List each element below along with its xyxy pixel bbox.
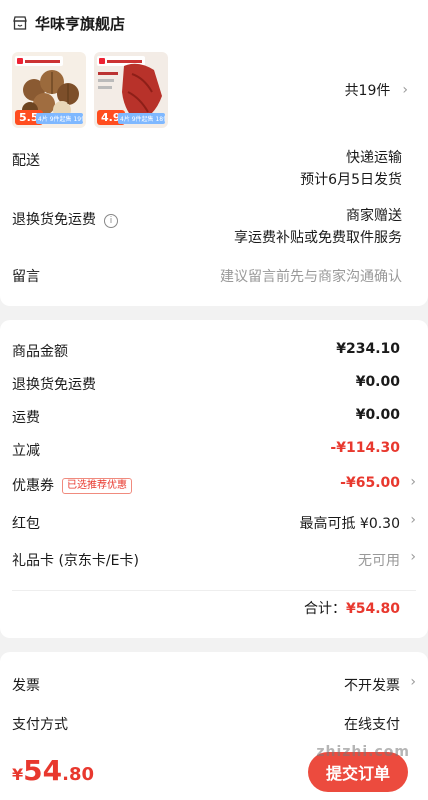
return-shipping-row: 退换货免运费 i [12, 209, 118, 229]
checkout-bar: ¥54.80 提交订单 zhizhi.com [0, 744, 428, 800]
return-shipping-label: 退换货免运费 [12, 212, 96, 228]
payment-value[interactable]: 在线支付 [344, 714, 400, 734]
watermark: zhizhi.com [316, 744, 410, 760]
promo-label: 4片 9件起售 18件 [118, 113, 165, 124]
giftcard-value[interactable]: 无可用 [358, 550, 400, 570]
chevron-right-icon[interactable]: › [410, 674, 416, 690]
total-label: 合计： [303, 601, 346, 617]
coupon-value[interactable]: -¥65.00 [340, 475, 400, 491]
message-label: 留言 [12, 269, 40, 285]
goods-amount-value: ¥234.10 [336, 341, 400, 357]
return-fee-label: 退换货免运费 [12, 377, 96, 393]
return-fee-value: ¥0.00 [355, 374, 400, 390]
promo-label: 4片 9件起售 19件 [36, 113, 83, 124]
store-header[interactable]: 华味亨旗舰店 [12, 13, 125, 33]
discount-label: 立减 [12, 443, 40, 459]
payment-label: 支付方式 [12, 717, 68, 733]
chevron-right-icon: › [402, 82, 408, 98]
delivery-eta: 预计6月5日发货 [300, 172, 402, 188]
chevron-right-icon[interactable]: › [410, 512, 416, 528]
coupon-row[interactable]: 优惠券 已选推荐优惠 [12, 475, 132, 495]
coupon-label: 优惠券 [12, 478, 54, 494]
delivery-info[interactable]: 快递运输 预计6月5日发货 [300, 147, 402, 191]
total-value: ¥54.80 [345, 601, 400, 617]
shipping-fee-label: 运费 [12, 410, 40, 426]
invoice-label: 发票 [12, 678, 40, 694]
giftcard-label: 礼品卡 (京东卡/E卡) [12, 553, 139, 569]
pay-amount-decimal: .80 [62, 764, 94, 785]
store-icon [12, 15, 28, 31]
return-shipping-info: 商家赠送 享运费补贴或免费取件服务 [234, 205, 402, 249]
chevron-right-icon[interactable]: › [410, 549, 416, 565]
goods-amount-label: 商品金额 [12, 344, 68, 360]
total-row: 合计：¥54.80 [304, 598, 400, 618]
store-name: 华味亨旗舰店 [35, 14, 126, 33]
coupon-badge: 已选推荐优惠 [62, 478, 132, 494]
shipping-fee-value: ¥0.00 [355, 407, 400, 423]
discount-value: -¥114.30 [330, 440, 400, 456]
delivery-label: 配送 [12, 153, 40, 169]
return-shipping-value: 商家赠送 [346, 208, 402, 224]
chevron-right-icon[interactable]: › [410, 474, 416, 490]
info-icon[interactable]: i [104, 214, 118, 228]
return-shipping-subvalue: 享运费补贴或免费取件服务 [234, 230, 402, 246]
order-card: 华味亨旗舰店 5.5 4片 9件起售 19件 4.9 4片 9件起售 18件 共… [0, 0, 428, 306]
currency-symbol: ¥ [12, 765, 24, 784]
invoice-value[interactable]: 不开发票 [344, 675, 400, 695]
item-count-link[interactable]: 共19件 › [345, 80, 408, 100]
redpacket-value[interactable]: 最高可抵 ¥0.30 [299, 513, 400, 533]
product-thumbnail[interactable]: 5.5 4片 9件起售 19件 [12, 52, 86, 128]
message-input[interactable]: 建议留言前先与商家沟通确认 [220, 266, 402, 286]
redpacket-label: 红包 [12, 516, 40, 532]
pay-amount: ¥54.80 [12, 754, 94, 787]
pay-amount-integer: 54 [23, 754, 63, 787]
divider [12, 590, 416, 591]
delivery-method: 快递运输 [346, 150, 402, 166]
product-thumbnail[interactable]: 4.9 4片 9件起售 18件 [94, 52, 168, 128]
item-count: 共19件 [344, 83, 391, 99]
